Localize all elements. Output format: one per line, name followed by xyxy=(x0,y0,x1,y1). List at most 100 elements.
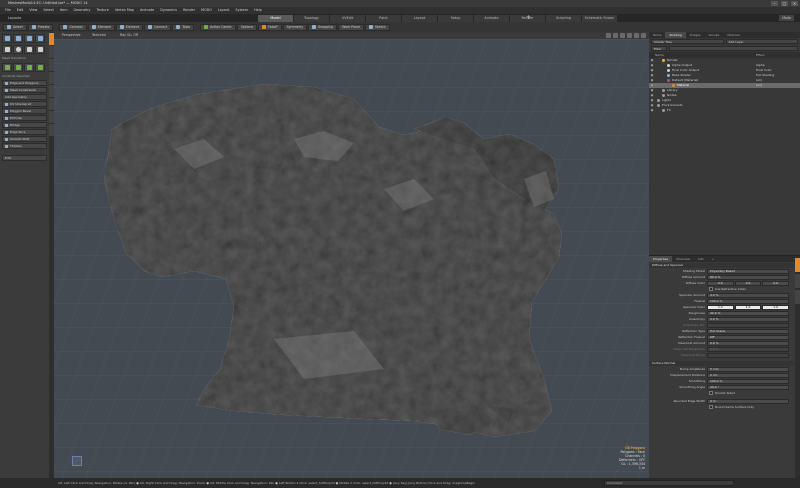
layouts-label[interactable]: Layouts xyxy=(8,14,21,22)
shading-model-select[interactable]: Physically Based xyxy=(707,268,789,274)
specular-color-g[interactable]: 1.0 xyxy=(734,304,762,310)
mesh-constraints-button[interactable]: Mesh Constraints xyxy=(2,87,47,93)
tab-uvedit[interactable]: UVEdit xyxy=(330,15,365,22)
viewport-maximize-icon[interactable] xyxy=(634,33,639,38)
minimize-button[interactable]: – xyxy=(771,1,778,6)
menu-dynamics[interactable]: Dynamics xyxy=(157,7,180,14)
viewport-rotate-icon[interactable] xyxy=(620,33,625,38)
command-input[interactable]: Command xyxy=(604,480,734,486)
tab-properties[interactable]: Properties xyxy=(649,256,673,262)
3d-viewport[interactable]: Perspective Textured Ray GL: Off GB Poly… xyxy=(54,32,649,478)
tab-add[interactable]: + xyxy=(708,256,719,262)
use-refractive-index-checkbox[interactable] xyxy=(709,287,713,291)
filter-field[interactable] xyxy=(669,46,798,51)
connect-button-2[interactable]: Connect xyxy=(144,23,172,31)
diffuse-amount-field[interactable]: 80.0 % xyxy=(707,274,789,280)
diffuse-color-b[interactable]: 0.6 xyxy=(762,280,790,286)
viewport-fit-icon[interactable] xyxy=(627,33,632,38)
bridge-button[interactable]: Bridge xyxy=(2,122,47,128)
anisotropy-dir-field[interactable] xyxy=(707,322,789,328)
diffuse-color-r[interactable]: 0.6 xyxy=(707,280,734,286)
tab-layout[interactable]: Layout xyxy=(402,15,437,22)
palette-dropdown[interactable]: Edit xyxy=(2,155,47,161)
clearcoat-bump-field[interactable] xyxy=(707,352,789,358)
presets-button[interactable]: Presets xyxy=(27,23,54,31)
sketch-button[interactable]: Sketch xyxy=(364,23,390,31)
extrude-tool[interactable] xyxy=(13,63,23,72)
menu-select[interactable]: Select xyxy=(40,7,56,14)
roughness-field[interactable]: 40.0 % xyxy=(707,310,789,316)
reflection-fresnel-select[interactable]: Off xyxy=(707,334,789,340)
properties-side-tab-2[interactable] xyxy=(795,274,800,288)
viewport-pan-icon[interactable] xyxy=(613,33,618,38)
menu-help[interactable]: Help xyxy=(251,7,265,14)
menu-vertex-map[interactable]: Vertex Map xyxy=(112,7,137,14)
menu-layout[interactable]: Layout xyxy=(215,7,233,14)
edge-slice-button[interactable]: Edge Slice xyxy=(2,129,47,135)
bevel-tool[interactable] xyxy=(2,63,12,72)
tab-paint[interactable]: Paint xyxy=(366,15,401,22)
knife-tool[interactable] xyxy=(35,63,45,72)
extrude-button[interactable]: Extrude xyxy=(2,115,47,121)
fresnel-field[interactable]: 100.0 % xyxy=(707,298,789,304)
viewport-canvas[interactable] xyxy=(54,39,649,478)
loop-tool[interactable] xyxy=(24,63,34,72)
element-button-2[interactable]: Element xyxy=(115,23,144,31)
edge-and-polygons-button[interactable]: Edge and Polygons xyxy=(2,80,47,86)
shader-tree-row[interactable]: ● FX xyxy=(649,108,800,113)
tab-images[interactable]: Images xyxy=(686,32,705,38)
menu-item[interactable]: Item xyxy=(57,7,71,14)
menu-view[interactable]: View xyxy=(26,7,40,14)
element-button[interactable]: Element xyxy=(87,23,115,31)
round-same-surface-checkbox[interactable] xyxy=(709,405,713,409)
menu-animate[interactable]: Animate xyxy=(137,7,157,14)
uv-unwrap-button[interactable]: UV Unwrap Lit xyxy=(2,101,47,107)
clearcoat-amount-field[interactable]: 0.0 % xyxy=(707,340,789,346)
snapping-button[interactable]: Snapping xyxy=(308,23,338,31)
tab-info[interactable]: Info xyxy=(694,256,708,262)
tab-channels[interactable]: Channels xyxy=(672,256,694,262)
menu-geometry[interactable]: Geometry xyxy=(71,7,94,14)
tab-channel[interactable]: Channel xyxy=(723,32,743,38)
menu-modo[interactable]: MODO xyxy=(198,7,215,14)
specular-amount-field[interactable]: 4.0 % xyxy=(707,292,789,298)
specular-color-r[interactable]: 1.0 xyxy=(707,304,734,310)
add-layer-dropdown[interactable]: Add Layer xyxy=(725,39,798,44)
bump-amplitude-field[interactable]: 5 mm xyxy=(707,366,789,372)
rounded-edge-width-field[interactable]: 0 m xyxy=(707,398,789,404)
action-center-button[interactable]: Action Center xyxy=(200,23,236,31)
cube-tool[interactable] xyxy=(2,45,12,54)
tab-model[interactable]: Model xyxy=(258,15,293,22)
symmetry-button[interactable]: Symmetry xyxy=(282,23,308,31)
pen-tool[interactable] xyxy=(35,45,45,54)
reflection-type-select[interactable]: Full Scene xyxy=(707,328,789,334)
close-button[interactable]: × xyxy=(791,1,798,6)
menu-system[interactable]: System xyxy=(232,7,251,14)
specular-color-field[interactable]: 1.0 1.0 1.0 xyxy=(707,304,790,310)
view-select-dropdown[interactable]: Shader Tree xyxy=(651,39,724,44)
double-sided-checkbox[interactable] xyxy=(709,391,713,395)
cylinder-tool[interactable] xyxy=(24,45,34,54)
tools-button[interactable]: Tools xyxy=(172,23,195,31)
viewport-settings-icon[interactable] xyxy=(641,33,646,38)
menu-edit[interactable]: Edit xyxy=(14,7,27,14)
viewport-zoom-icon[interactable] xyxy=(606,33,611,38)
sphere-tool[interactable] xyxy=(13,45,23,54)
tab-setup[interactable]: Setup xyxy=(438,15,473,22)
add-geometry-button[interactable]: Add Geometry xyxy=(2,94,47,100)
tab-shading[interactable]: Shading xyxy=(665,32,686,38)
options-button[interactable]: Options xyxy=(236,23,258,31)
diffuse-color-g[interactable]: 0.6 xyxy=(734,280,762,286)
properties-side-tab-1[interactable] xyxy=(795,258,800,272)
tab-items[interactable]: Items xyxy=(649,32,665,38)
thicken-button[interactable]: Thicken xyxy=(2,143,47,149)
menu-texture[interactable]: Texture xyxy=(93,7,111,14)
anisotropy-field[interactable]: 0.0 % xyxy=(707,316,789,322)
scale-tool[interactable] xyxy=(24,34,34,43)
transform-tool[interactable] xyxy=(35,34,45,43)
view-raygl-menu[interactable]: Ray GL: Off xyxy=(120,32,138,39)
smoothing-field[interactable]: 100.0 % xyxy=(707,378,789,384)
displacement-distance-field[interactable]: 2 cm xyxy=(707,372,789,378)
falloff-button[interactable]: Falloff xyxy=(258,23,282,31)
specular-color-b[interactable]: 1.0 xyxy=(762,304,790,310)
